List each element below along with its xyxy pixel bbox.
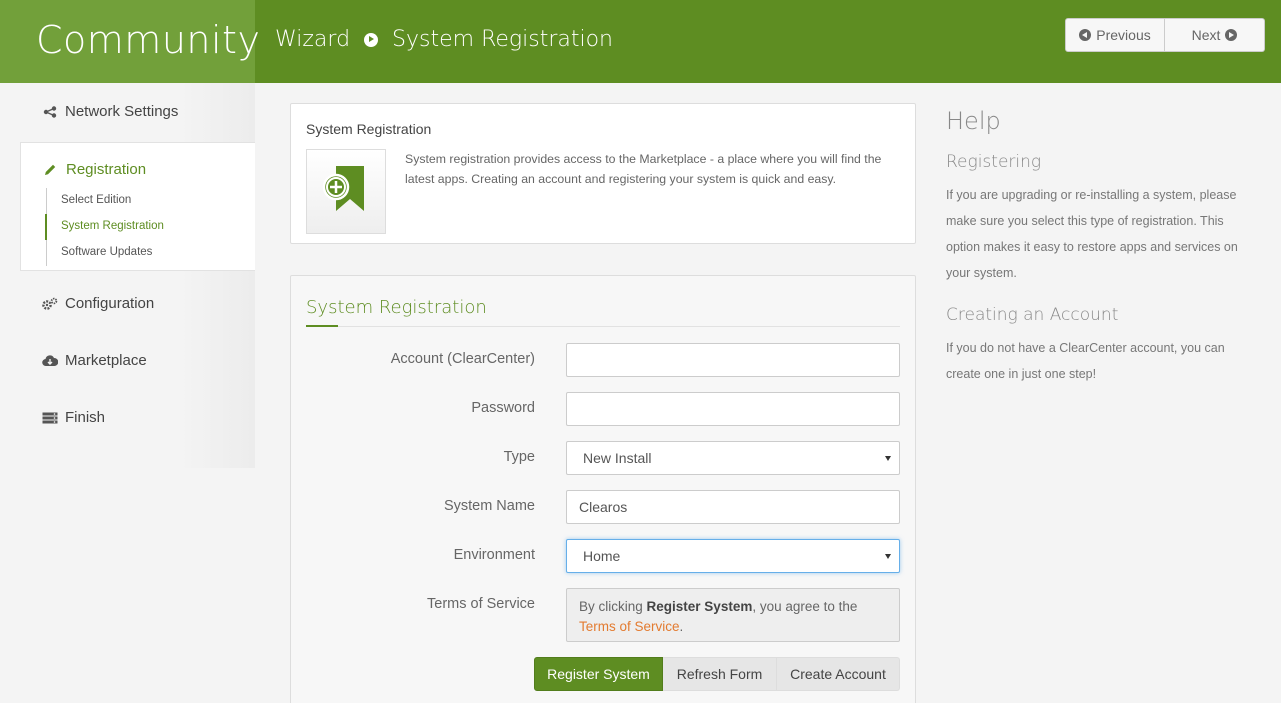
registration-form: System Registration Account (ClearCenter… xyxy=(290,275,916,703)
form-title-accent xyxy=(306,325,338,327)
sidebar-item-registration-panel: Registration Select Edition System Regis… xyxy=(20,142,255,271)
register-system-button[interactable]: Register System xyxy=(534,657,663,691)
tos-middle: , you agree to the xyxy=(752,599,858,614)
pencil-icon xyxy=(43,163,59,177)
type-select[interactable]: New Install xyxy=(566,441,900,475)
help-text-registering: If you are upgrading or re-installing a … xyxy=(946,188,1238,280)
breadcrumb: Wizard System Registration xyxy=(275,27,613,52)
breadcrumb-root: Wizard xyxy=(275,27,351,52)
environment-select[interactable]: Home xyxy=(566,539,900,573)
system-name-input[interactable]: Clearos xyxy=(566,490,900,524)
intro-title: System Registration xyxy=(306,121,432,137)
cloud-download-icon xyxy=(42,354,58,368)
tos-bold: Register System xyxy=(646,599,753,614)
tos-suffix: . xyxy=(679,619,684,634)
sidebar-item-registration[interactable]: Registration xyxy=(43,161,146,178)
environment-label: Environment xyxy=(453,547,535,563)
tos-prefix: By clicking xyxy=(579,599,647,614)
type-select-value: New Install xyxy=(583,450,652,466)
sidebar-item-finish[interactable]: Finish xyxy=(42,409,105,426)
sidebar-item-label: Marketplace xyxy=(65,352,147,369)
sidebar-item-configuration[interactable]: Configuration xyxy=(42,295,154,312)
password-input[interactable] xyxy=(566,392,900,426)
step-select-edition[interactable]: Select Edition xyxy=(61,194,131,206)
app-icon-box xyxy=(306,149,386,234)
arrow-circle-right-icon xyxy=(364,32,379,47)
step-software-updates[interactable]: Software Updates xyxy=(61,246,152,258)
sidebar-item-label: Finish xyxy=(65,409,106,426)
bookmark-plus-icon xyxy=(322,166,364,211)
form-title: System Registration xyxy=(306,297,487,318)
sidebar-item-label: Network Settings xyxy=(65,103,179,120)
form-title-divider xyxy=(306,326,900,327)
account-label: Account (ClearCenter) xyxy=(390,351,535,367)
sidebar-item-label: Registration xyxy=(66,161,147,178)
refresh-form-button[interactable]: Refresh Form xyxy=(663,657,777,691)
form-actions: Register System Refresh Form Create Acco… xyxy=(534,657,900,691)
previous-label: Previous xyxy=(1096,27,1151,43)
brand-area: Community xyxy=(0,0,260,83)
sidebar-item-label: Configuration xyxy=(65,295,155,312)
top-header: Community Wizard System Registration Pre… xyxy=(0,0,1281,83)
password-label: Password xyxy=(471,400,535,416)
tos-box: By clicking Register System, you agree t… xyxy=(566,588,900,642)
sidebar-item-network-settings[interactable]: Network Settings xyxy=(42,103,178,120)
next-button[interactable]: Next xyxy=(1165,18,1265,52)
brand-logo-text: Community xyxy=(36,18,261,62)
step-system-registration[interactable]: System Registration xyxy=(61,220,164,232)
intro-panel: System Registration System registration … xyxy=(290,103,916,244)
arrow-circle-right-icon xyxy=(1225,29,1238,41)
type-label: Type xyxy=(503,449,535,465)
gears-icon xyxy=(42,297,58,311)
help-title: Help xyxy=(946,107,1001,135)
next-label: Next xyxy=(1191,27,1221,43)
breadcrumb-current: System Registration xyxy=(392,27,613,52)
caret-down-icon xyxy=(885,456,891,461)
share-icon xyxy=(42,105,58,119)
previous-button[interactable]: Previous xyxy=(1065,18,1165,52)
tos-link[interactable]: Terms of Service xyxy=(579,619,680,634)
wizard-nav: Previous Next xyxy=(1065,18,1265,52)
help-heading-account: Creating an Account xyxy=(946,305,1119,325)
tos-label: Terms of Service xyxy=(427,596,535,612)
help-text-account: If you do not have a ClearCenter account… xyxy=(946,341,1225,381)
caret-down-icon xyxy=(885,554,891,559)
server-icon xyxy=(42,411,58,425)
system-name-label: System Name xyxy=(443,498,535,514)
active-step-marker xyxy=(45,214,47,240)
account-input[interactable] xyxy=(566,343,900,377)
sidebar-item-marketplace[interactable]: Marketplace xyxy=(42,352,147,369)
environment-select-value: Home xyxy=(583,548,621,564)
sidebar xyxy=(0,83,255,468)
create-account-button[interactable]: Create Account xyxy=(777,657,900,691)
intro-description: System registration provides access to t… xyxy=(405,152,882,186)
help-heading-registering: Registering xyxy=(946,152,1042,172)
arrow-circle-left-icon xyxy=(1079,29,1092,41)
